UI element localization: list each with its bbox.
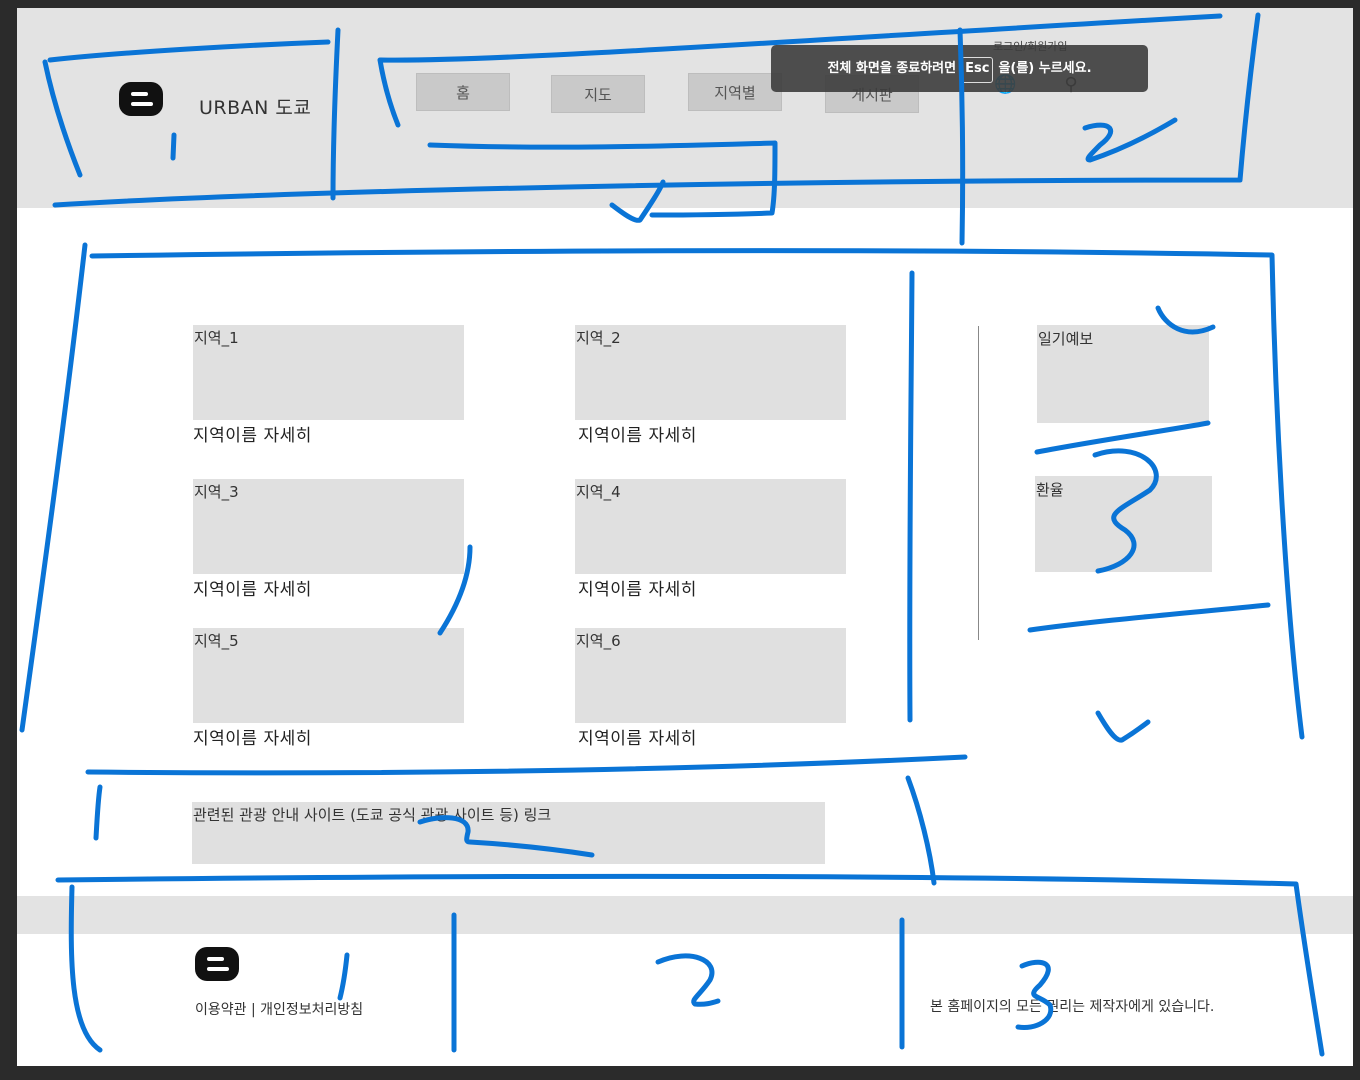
esc-key-badge: Esc [961, 57, 994, 83]
region-title: 지역_1 [194, 329, 239, 347]
region-card-3[interactable]: 지역_3 [193, 479, 464, 574]
exchange-label: 환율 [1036, 481, 1064, 499]
tourism-links-box[interactable]: 관련된 관광 안내 사이트 (도쿄 공식 관광 사이트 등) 링크 [192, 802, 825, 864]
footer-policy-links[interactable]: 이용약관 | 개인정보처리방침 [195, 999, 363, 1019]
region-title: 지역_4 [576, 483, 621, 501]
fullscreen-exit-toast: 전체 화면을 종료하려면 Esc 을(를) 누르세요. [771, 45, 1148, 92]
weather-label: 일기예보 [1038, 330, 1094, 348]
footer-copyright: 본 홈페이지의 모든 권리는 제작자에게 있습니다. [930, 999, 1215, 1015]
header: URBAN 도쿄 홈 지도 지역별 게시판 로그인/회원가입 🌐 ⚲ [17, 8, 1353, 208]
region-caption[interactable]: 지역이름 자세히 [193, 421, 312, 446]
nav-home-button[interactable]: 홈 [416, 73, 510, 111]
region-title: 지역_5 [194, 632, 239, 650]
tourism-links-label: 관련된 관광 안내 사이트 (도쿄 공식 관광 사이트 등) 링크 [193, 806, 552, 824]
nav-map-button[interactable]: 지도 [551, 75, 645, 113]
region-card-2[interactable]: 지역_2 [575, 325, 846, 420]
blogger-logo[interactable] [119, 82, 163, 116]
page-canvas: URBAN 도쿄 홈 지도 지역별 게시판 로그인/회원가입 🌐 ⚲ 지역_1 … [17, 8, 1353, 1066]
region-title: 지역_3 [194, 483, 239, 501]
region-caption[interactable]: 지역이름 자세히 [578, 575, 697, 600]
site-brand[interactable]: URBAN 도쿄 [199, 93, 311, 120]
region-title: 지역_6 [576, 632, 621, 650]
region-card-5[interactable]: 지역_5 [193, 628, 464, 723]
region-card-1[interactable]: 지역_1 [193, 325, 464, 420]
region-card-6[interactable]: 지역_6 [575, 628, 846, 723]
toast-text-after: 을(를) 누르세요. [998, 61, 1092, 76]
toast-text-before: 전체 화면을 종료하려면 [827, 61, 957, 76]
footer-band [17, 896, 1353, 934]
region-caption[interactable]: 지역이름 자세히 [578, 724, 697, 749]
region-card-4[interactable]: 지역_4 [575, 479, 846, 574]
region-caption[interactable]: 지역이름 자세히 [193, 724, 312, 749]
weather-widget[interactable]: 일기예보 [1037, 325, 1209, 423]
region-title: 지역_2 [576, 329, 621, 347]
exchange-rate-widget[interactable]: 환율 [1035, 476, 1212, 572]
footer-blogger-logo[interactable] [195, 947, 239, 981]
region-caption[interactable]: 지역이름 자세히 [578, 421, 697, 446]
nav-region-button[interactable]: 지역별 [688, 73, 782, 111]
sidebar-divider [978, 326, 979, 640]
region-caption[interactable]: 지역이름 자세히 [193, 575, 312, 600]
